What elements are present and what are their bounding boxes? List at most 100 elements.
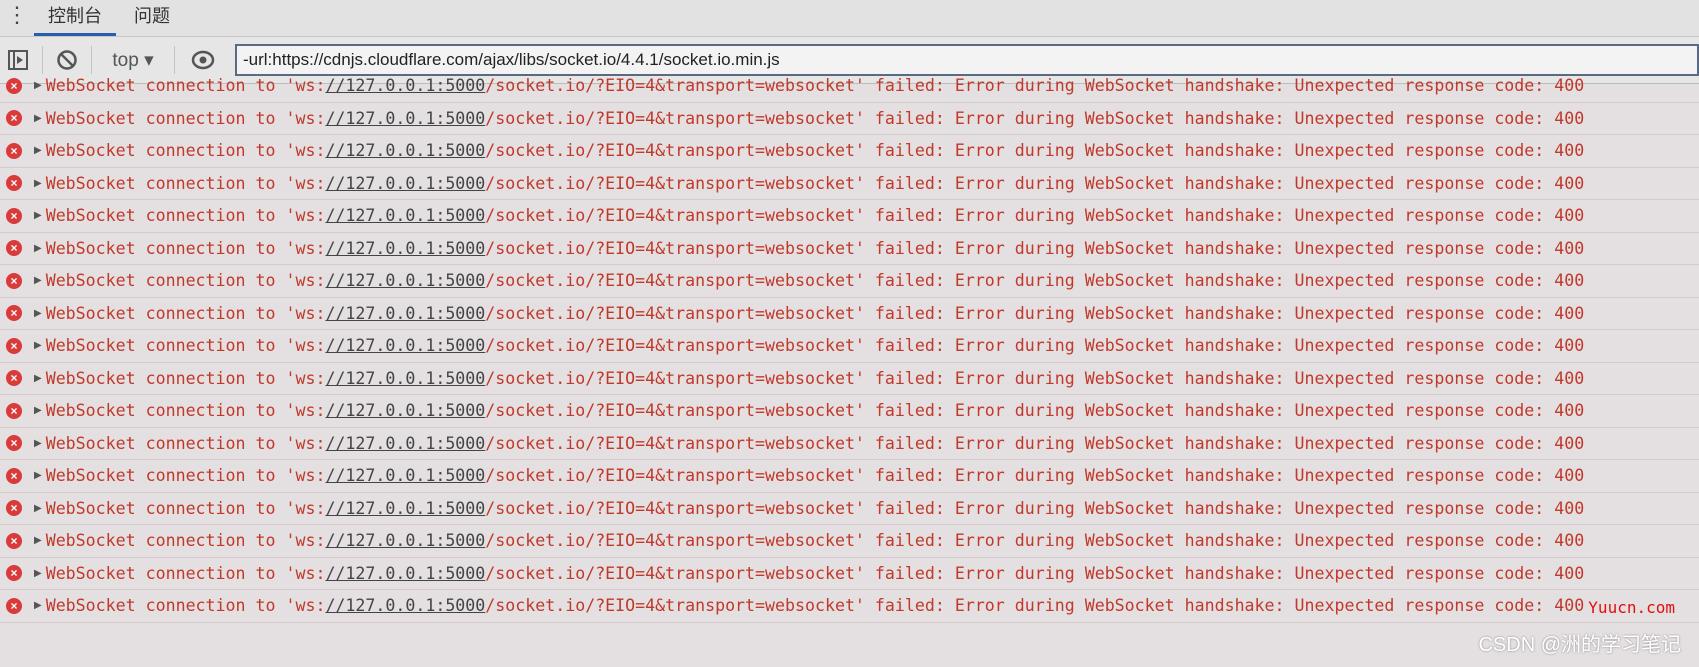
error-icon: × [6,565,22,582]
watermark-site: Yuucn.com [1588,598,1675,617]
source-link[interactable]: //127.0.0.1:5000 [325,401,485,420]
expand-triangle-icon[interactable]: ▶ [34,438,42,449]
console-error-row[interactable]: × ▶ WebSocket connection to 'ws://127.0.0.… [0,200,1699,233]
source-link[interactable]: //127.0.0.1:5000 [325,499,485,518]
console-error-row[interactable]: × ▶ WebSocket connection to 'ws://127.0.0.… [0,265,1699,298]
message-suffix: /socket.io/?EIO=4&transport=websocket' f… [485,141,1585,161]
console-error-row[interactable]: × ▶ WebSocket connection to 'ws://127.0.0.… [0,298,1699,330]
error-icon: × [6,272,22,289]
message-prefix: WebSocket connection to 'ws: [45,173,326,193]
message-suffix: /socket.io/?EIO=4&transport=websocket' f… [485,531,1585,551]
source-link[interactable]: //127.0.0.1:5000 [325,369,485,388]
message-prefix: WebSocket connection to 'ws: [45,596,326,616]
source-link[interactable]: //127.0.0.1:5000 [325,466,485,485]
expand-triangle-icon[interactable]: ▶ [34,373,42,384]
error-icon: × [6,240,22,257]
expand-triangle-icon[interactable]: ▶ [34,275,42,286]
source-link[interactable]: //127.0.0.1:5000 [325,564,485,583]
console-error-row[interactable]: × ▶ WebSocket connection to 'ws://127.0.0.… [0,590,1699,623]
message-suffix: /socket.io/?EIO=4&transport=websocket' f… [485,76,1585,96]
error-icon: × [6,597,22,614]
console-error-row[interactable]: × ▶ WebSocket connection to 'ws://127.0.0.… [0,493,1699,525]
expand-triangle-icon[interactable]: ▶ [34,470,42,481]
expand-triangle-icon[interactable]: ▶ [34,113,42,124]
expand-triangle-icon[interactable]: ▶ [34,80,42,91]
error-icon: × [6,77,22,94]
console-error-row[interactable]: × ▶ WebSocket connection to 'ws://127.0.0.… [0,363,1699,395]
message-suffix: /socket.io/?EIO=4&transport=websocket' f… [485,336,1585,356]
error-icon: × [6,207,22,224]
console-error-row[interactable]: × ▶ WebSocket connection to 'ws://127.0.0.… [0,168,1699,200]
source-link[interactable]: //127.0.0.1:5000 [325,174,485,193]
message-prefix: WebSocket connection to 'ws: [45,271,326,291]
error-icon: × [6,305,22,322]
panel-tabs: ⋮ 控制台 问题 [0,0,1699,37]
expand-triangle-icon[interactable]: ▶ [34,145,42,156]
tab-issues[interactable]: 问题 [120,2,184,36]
message-suffix: /socket.io/?EIO=4&transport=websocket' f… [485,271,1585,291]
message-suffix: /socket.io/?EIO=4&transport=websocket' f… [485,498,1585,518]
console-error-row[interactable]: × ▶ WebSocket connection to 'ws://127.0.0.… [0,558,1699,590]
console-error-row[interactable]: × ▶ WebSocket connection to 'ws://127.0.0.… [0,103,1699,135]
source-link[interactable]: //127.0.0.1:5000 [325,76,485,95]
console-error-row[interactable]: × ▶ WebSocket connection to 'ws://127.0.0.… [0,525,1699,558]
source-link[interactable]: //127.0.0.1:5000 [325,304,485,323]
expand-triangle-icon[interactable]: ▶ [34,535,42,546]
expand-triangle-icon[interactable]: ▶ [34,178,42,189]
message-suffix: /socket.io/?EIO=4&transport=websocket' f… [485,108,1585,128]
message-prefix: WebSocket connection to 'ws: [45,368,326,388]
error-message: WebSocket connection to 'ws://127.0.0.1:… [46,564,1585,583]
error-icon: × [6,402,22,419]
more-menu-icon[interactable]: ⋮ [0,2,34,36]
error-message: WebSocket connection to 'ws://127.0.0.1:… [46,239,1585,258]
source-link[interactable]: //127.0.0.1:5000 [325,531,485,550]
source-link[interactable]: //127.0.0.1:5000 [325,271,485,290]
console-error-row[interactable]: × ▶ WebSocket connection to 'ws://127.0.0.… [0,460,1699,493]
message-prefix: WebSocket connection to 'ws: [45,238,326,258]
message-prefix: WebSocket connection to 'ws: [45,433,326,453]
error-icon: × [6,110,22,127]
error-message: WebSocket connection to 'ws://127.0.0.1:… [46,76,1585,95]
expand-triangle-icon[interactable]: ▶ [34,340,42,351]
error-message: WebSocket connection to 'ws://127.0.0.1:… [46,141,1585,160]
console-error-row[interactable]: × ▶ WebSocket connection to 'ws://127.0.0.… [0,395,1699,428]
error-message: WebSocket connection to 'ws://127.0.0.1:… [46,401,1585,420]
message-suffix: /socket.io/?EIO=4&transport=websocket' f… [485,206,1585,226]
error-icon: × [6,435,22,452]
error-message: WebSocket connection to 'ws://127.0.0.1:… [46,206,1585,225]
error-icon: × [6,500,22,517]
source-link[interactable]: //127.0.0.1:5000 [325,109,485,128]
message-prefix: WebSocket connection to 'ws: [45,466,326,486]
error-message: WebSocket connection to 'ws://127.0.0.1:… [46,531,1585,550]
error-message: WebSocket connection to 'ws://127.0.0.1:… [46,466,1585,485]
expand-triangle-icon[interactable]: ▶ [34,503,42,514]
error-icon: × [6,142,22,159]
error-message: WebSocket connection to 'ws://127.0.0.1:… [46,369,1585,388]
source-link[interactable]: //127.0.0.1:5000 [325,336,485,355]
expand-triangle-icon[interactable]: ▶ [34,600,42,611]
console-error-row[interactable]: × ▶ WebSocket connection to 'ws://127.0.0.… [0,233,1699,265]
source-link[interactable]: //127.0.0.1:5000 [325,206,485,225]
console-error-row[interactable]: × ▶ WebSocket connection to 'ws://127.0.0.… [0,428,1699,460]
expand-triangle-icon[interactable]: ▶ [34,568,42,579]
error-icon: × [6,532,22,549]
message-prefix: WebSocket connection to 'ws: [45,401,326,421]
error-message: WebSocket connection to 'ws://127.0.0.1:… [46,109,1585,128]
message-suffix: /socket.io/?EIO=4&transport=websocket' f… [485,368,1585,388]
source-link[interactable]: //127.0.0.1:5000 [325,596,485,615]
message-suffix: /socket.io/?EIO=4&transport=websocket' f… [485,433,1585,453]
source-link[interactable]: //127.0.0.1:5000 [325,141,485,160]
console-error-row[interactable]: × ▶ WebSocket connection to 'ws://127.0.0.… [0,70,1699,103]
source-link[interactable]: //127.0.0.1:5000 [325,434,485,453]
message-suffix: /socket.io/?EIO=4&transport=websocket' f… [485,596,1585,616]
tab-console[interactable]: 控制台 [34,2,116,36]
expand-triangle-icon[interactable]: ▶ [34,243,42,254]
console-error-row[interactable]: × ▶ WebSocket connection to 'ws://127.0.0.… [0,135,1699,168]
console-error-row[interactable]: × ▶ WebSocket connection to 'ws://127.0.0.… [0,330,1699,363]
message-suffix: /socket.io/?EIO=4&transport=websocket' f… [485,173,1585,193]
expand-triangle-icon[interactable]: ▶ [34,405,42,416]
expand-triangle-icon[interactable]: ▶ [34,210,42,221]
expand-triangle-icon[interactable]: ▶ [34,308,42,319]
message-prefix: WebSocket connection to 'ws: [45,206,326,226]
source-link[interactable]: //127.0.0.1:5000 [325,239,485,258]
